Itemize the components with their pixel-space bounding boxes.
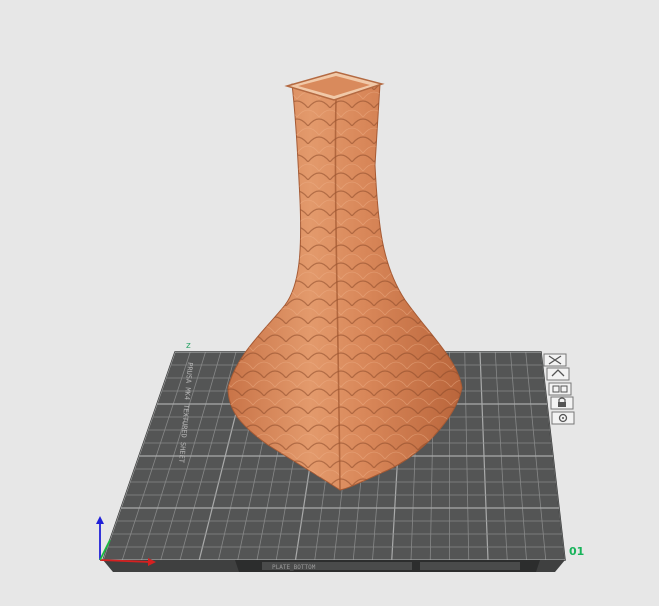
vase-model[interactable]	[227, 71, 463, 491]
axis-y-marker: z	[186, 341, 191, 351]
orient-icon[interactable]	[546, 367, 570, 381]
delete-icon[interactable]	[543, 353, 567, 367]
3d-viewport[interactable]: PLATE_BOTTOM PRUSA MK4 TEXTURED SHEET z	[0, 0, 659, 606]
plate-number: 01	[569, 545, 584, 558]
lock-icon[interactable]	[550, 396, 574, 410]
arrange-icon[interactable]	[548, 382, 572, 396]
settings-icon[interactable]	[551, 411, 575, 425]
plate-bottom-label: PLATE_BOTTOM	[272, 564, 316, 571]
